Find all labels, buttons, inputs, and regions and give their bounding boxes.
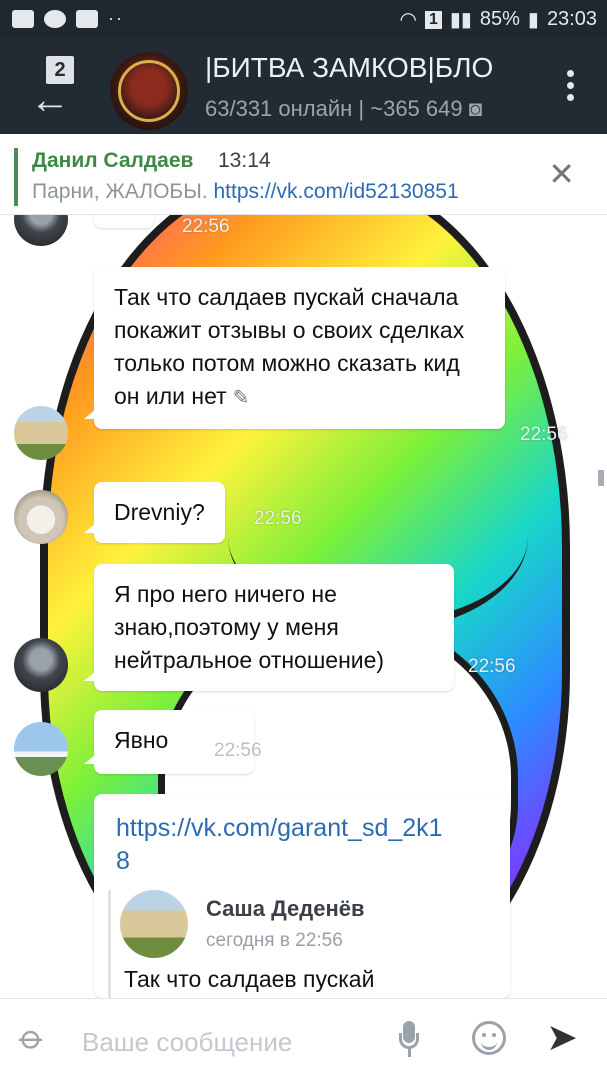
message-bubble[interactable]: Я про него ничего не знаю,поэтому у меня… <box>84 564 454 691</box>
message-time: 22:56 <box>254 508 302 529</box>
forward-bar <box>108 890 111 998</box>
pinned-text-prefix: Парни, ЖАЛОБЫ. <box>32 180 214 203</box>
avatar[interactable] <box>14 490 68 544</box>
avatar[interactable] <box>14 722 68 776</box>
message-link[interactable]: https://vk.com/garant_sd_2k18 <box>116 812 446 878</box>
message-time: 22:56 <box>520 424 568 445</box>
sim-indicator: 1 <box>424 10 442 29</box>
back-button[interactable]: ← 2 <box>30 56 80 120</box>
forward-text: Так что салдаев пускай <box>124 966 375 992</box>
pinned-message[interactable]: Данил Салдаев 13:14 Парни, ЖАЛОБЫ. https… <box>0 134 607 215</box>
system-icons: ◠ 1 ▮▮ 85% ▮ 23:03 <box>400 7 597 32</box>
chat-icon <box>44 9 66 28</box>
forward-avatar[interactable] <box>120 890 188 958</box>
notification-icons: ·· <box>12 8 124 29</box>
pinned-accent-bar <box>14 148 18 206</box>
message-text: Так что салдаев пускай сначала покажит о… <box>114 284 465 409</box>
message-input[interactable] <box>80 1021 384 1063</box>
more-menu-icon[interactable] <box>567 70 575 102</box>
message-text: Явно <box>114 727 169 753</box>
gallery-icon <box>12 9 34 28</box>
paperclip-icon[interactable]: ⌀ <box>12 1017 53 1058</box>
message-time: 22:56 <box>182 216 230 237</box>
message-bubble[interactable]: Так что салдаев пускай сначала покажит о… <box>84 267 505 429</box>
close-icon[interactable]: ✕ <box>548 158 575 190</box>
forward-author[interactable]: Саша Деденёв <box>206 896 365 922</box>
twitch-icon <box>76 9 98 28</box>
chat-header: ← 2 |БИТВА ЗАМКОВ|БЛО 63/331 онлайн | ~3… <box>0 38 607 134</box>
battery-icon: ▮ <box>527 9 539 31</box>
scrollbar[interactable] <box>598 470 604 486</box>
group-avatar[interactable] <box>110 52 188 130</box>
forward-date: сегодня в 22:56 <box>206 930 343 951</box>
avatar[interactable] <box>14 406 68 460</box>
clock: 23:03 <box>546 8 597 30</box>
wifi-icon: ◠ <box>399 9 417 31</box>
avatar[interactable] <box>14 638 68 692</box>
message-bubble[interactable]: Drevniy? <box>84 482 225 543</box>
more-notifications-icon: ·· <box>108 8 124 28</box>
pinned-time: 13:14 <box>218 149 271 172</box>
partial-bubble[interactable] <box>94 214 154 228</box>
pinned-text: Парни, ЖАЛОБЫ. https://vk.com/id52130851 <box>32 180 459 204</box>
pinned-author: Данил Салдаев <box>32 149 194 172</box>
emoji-icon[interactable] <box>472 1021 506 1055</box>
battery-percent: 85% <box>479 8 520 30</box>
message-composer: ⌀ ➤ <box>0 998 607 1081</box>
chat-subtitle: 63/331 онлайн | ~365 649 ◙ <box>205 96 483 121</box>
message-time: 22:56 <box>468 656 516 677</box>
message-text: Я про него ничего не знаю,поэтому у меня… <box>114 581 385 673</box>
unread-badge: 2 <box>46 56 74 84</box>
chat-title[interactable]: |БИТВА ЗАМКОВ|БЛО <box>205 52 525 84</box>
message-text: Drevniy? <box>114 499 205 525</box>
signal-icon: ▮▮ <box>449 9 472 31</box>
status-bar: ·· ◠ 1 ▮▮ 85% ▮ 23:03 <box>0 0 607 38</box>
message-time: 22:56 <box>214 740 262 761</box>
back-arrow-icon: ← <box>30 78 70 122</box>
send-icon[interactable]: ➤ <box>546 1019 578 1057</box>
microphone-icon[interactable] <box>398 1021 420 1061</box>
avatar[interactable] <box>14 214 68 246</box>
pinned-link[interactable]: https://vk.com/id52130851 <box>213 180 458 203</box>
message-bubble[interactable]: Явно 22:56 <box>84 710 262 774</box>
pencil-icon: ✎ <box>232 387 250 409</box>
link-message-bubble[interactable]: https://vk.com/garant_sd_2k18 Саша Деден… <box>94 794 510 998</box>
